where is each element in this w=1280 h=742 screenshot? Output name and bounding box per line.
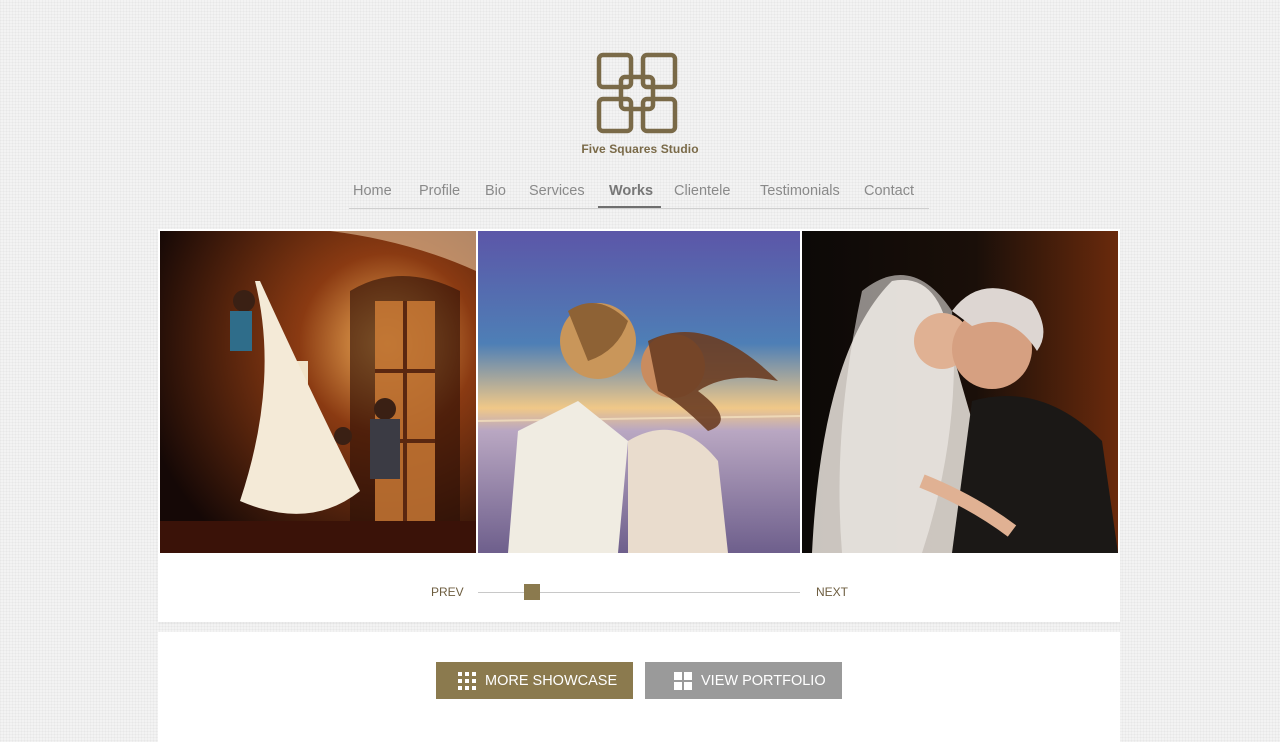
more-showcase-button[interactable]: MORE SHOWCASE [436,662,633,699]
bride-dress-preparation-photo [160,231,476,553]
gallery-photo-couple-sunset[interactable] [478,231,800,553]
nav-services[interactable]: Services [529,183,585,199]
four-squares-icon [674,671,692,690]
nav-profile[interactable]: Profile [419,183,460,199]
studio-logo[interactable]: Five Squares Studio [580,50,700,160]
main-nav: Home Profile Bio Services Works Clientel… [349,180,929,209]
nav-home[interactable]: Home [353,183,392,199]
gallery-photo-bride-dress[interactable] [160,231,476,553]
more-showcase-label: MORE SHOWCASE [485,672,618,689]
nav-contact[interactable]: Contact [864,183,914,199]
five-squares-logo-icon [596,52,678,134]
nav-bio[interactable]: Bio [485,183,506,199]
view-portfolio-label: VIEW PORTFOLIO [701,672,826,689]
studio-name: Five Squares Studio [581,142,699,156]
couple-kissing-sunset-photo [478,231,800,553]
gallery-photo-bride-grandmother[interactable] [802,231,1118,553]
nav-clientele[interactable]: Clientele [674,183,730,199]
nav-testimonials[interactable]: Testimonials [760,183,840,199]
works-gallery: PREV NEXT [158,229,1120,622]
nav-works[interactable]: Works [609,183,653,199]
gallery-slider: PREV NEXT [158,581,1120,605]
prev-button[interactable]: PREV [431,585,464,599]
nav-active-indicator [598,206,661,208]
actions-panel: MORE SHOWCASE VIEW PORTFOLIO [158,632,1120,742]
grid-dots-icon [458,671,476,690]
bride-embracing-grandmother-photo [802,231,1118,553]
next-button[interactable]: NEXT [816,585,848,599]
view-portfolio-button[interactable]: VIEW PORTFOLIO [645,662,842,699]
slider-thumb[interactable] [524,584,540,600]
